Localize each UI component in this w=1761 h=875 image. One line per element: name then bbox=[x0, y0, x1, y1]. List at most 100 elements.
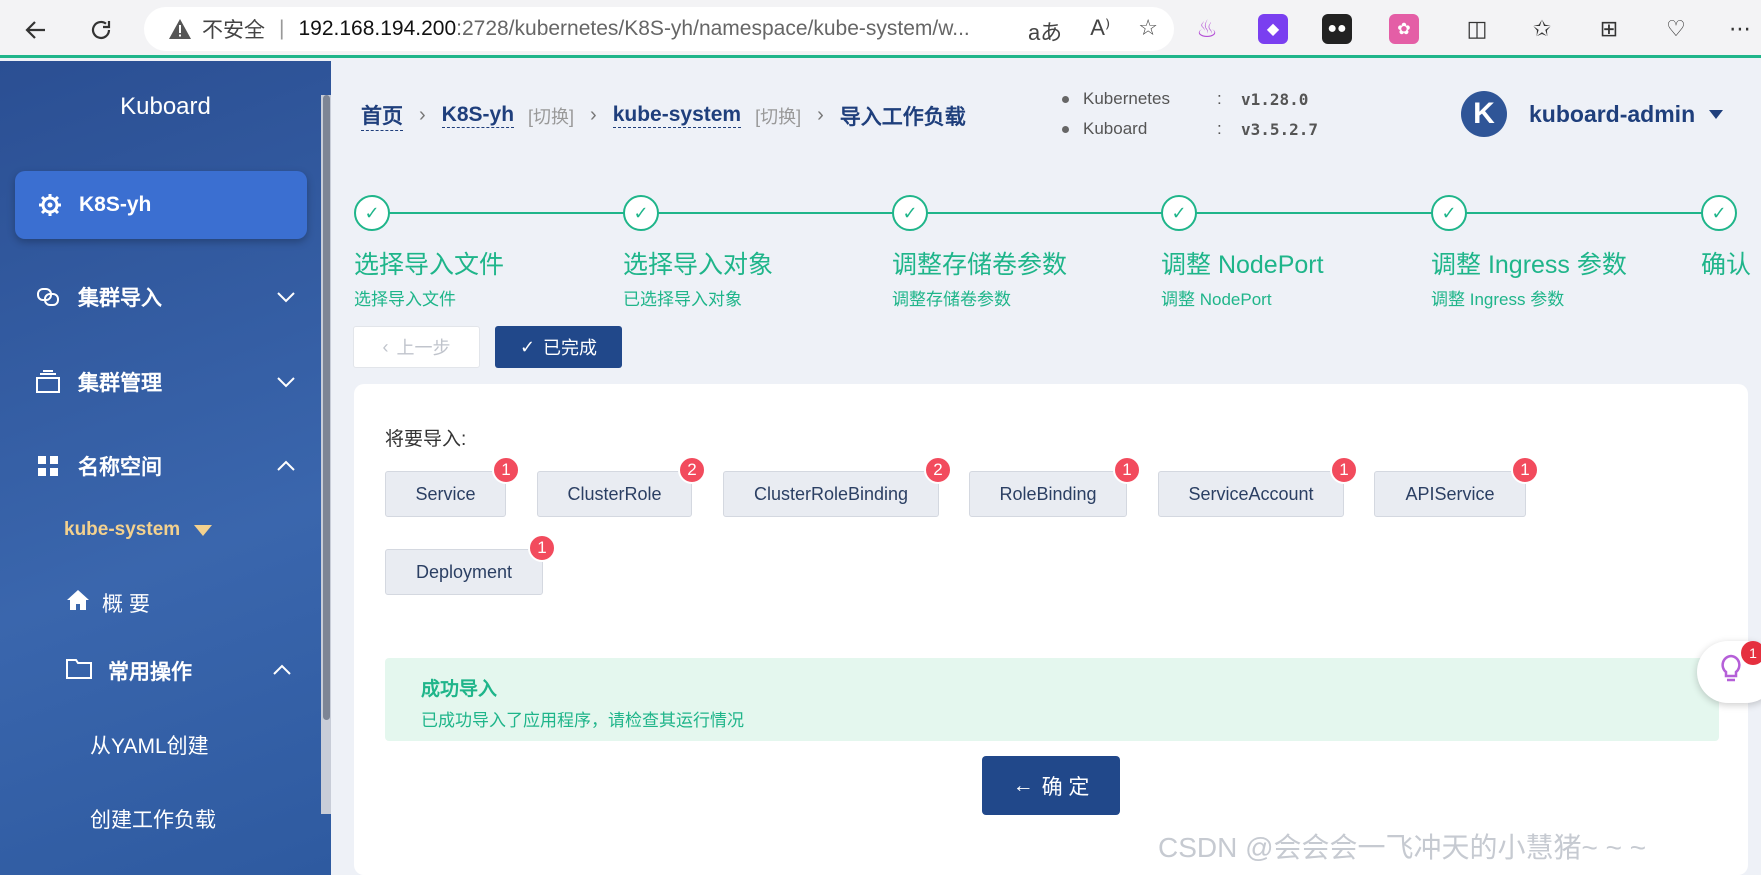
sidebar-item-overview[interactable]: 概 要 bbox=[66, 588, 150, 618]
version-colon: : bbox=[1217, 89, 1222, 108]
prev-step-label: 上一步 bbox=[396, 338, 451, 358]
gear-icon bbox=[37, 192, 63, 218]
sidebar-item-create-workload[interactable]: 创建工作负载 bbox=[90, 804, 216, 834]
stack-icon bbox=[35, 369, 61, 395]
step-title: 调整 Ingress 参数 bbox=[1431, 251, 1627, 279]
breadcrumb-namespace-switch[interactable]: [切换] bbox=[755, 103, 801, 129]
lightbulb-icon bbox=[1719, 654, 1743, 691]
user-name: kuboard-admin bbox=[1529, 100, 1696, 127]
step-desc: 调整 NodePort bbox=[1161, 290, 1272, 309]
step-check-icon: ✓ bbox=[623, 195, 659, 231]
chevron-right-icon: › bbox=[817, 104, 824, 126]
chevron-down-icon bbox=[276, 287, 296, 308]
breadcrumb-cluster[interactable]: K8S-yh bbox=[441, 103, 515, 128]
extension-chatgpt-icon[interactable]: ◆ bbox=[1258, 14, 1288, 44]
back-icon[interactable] bbox=[19, 13, 53, 47]
chevron-down-icon bbox=[276, 372, 296, 393]
resource-chip[interactable]: RoleBinding bbox=[969, 471, 1127, 517]
step-check-icon: ✓ bbox=[1431, 195, 1467, 231]
avatar: K bbox=[1461, 91, 1507, 137]
translate-icon[interactable]: aあ bbox=[1028, 15, 1062, 47]
resource-chip[interactable]: ClusterRoleBinding bbox=[723, 471, 939, 517]
resource-count-badge: 2 bbox=[924, 456, 952, 484]
confirm-label: 确 定 bbox=[1041, 775, 1090, 799]
resource-chip[interactable]: ClusterRole bbox=[537, 471, 692, 517]
extension-glasses-icon[interactable]: ●● bbox=[1322, 14, 1352, 44]
version-kubernetes: Kubernetes : v1.28.0 bbox=[1062, 89, 1308, 109]
sidebar-item-label: K8S-yh bbox=[79, 193, 152, 216]
success-title: 成功导入 bbox=[421, 679, 498, 700]
step-desc: 选择导入文件 bbox=[354, 290, 456, 309]
check-icon: ✓ bbox=[519, 336, 536, 357]
sidebar-item-create-from-yaml[interactable]: 从YAML创建 bbox=[90, 730, 209, 760]
sidebar-item-cluster-manage[interactable]: 集群管理 bbox=[0, 352, 320, 412]
sidebar-scrollbar-thumb[interactable] bbox=[323, 95, 330, 720]
more-icon[interactable]: ⋯ bbox=[1725, 14, 1755, 44]
done-button[interactable]: ✓ 已完成 bbox=[495, 326, 622, 368]
step-desc: 调整存储卷参数 bbox=[892, 290, 1011, 309]
step-title: 选择导入对象 bbox=[623, 251, 774, 279]
sidebar-item-label: 名称空间 bbox=[78, 456, 162, 479]
warning-icon[interactable] bbox=[168, 18, 192, 40]
version-kuboard: Kuboard : v3.5.2.7 bbox=[1062, 119, 1318, 139]
browser-toolbar: 不安全 | 192.168.194.200:2728/kubernetes/K8… bbox=[0, 0, 1761, 58]
watermark: CSDN @会会会一飞冲天的小慧猪~ ~ ~ bbox=[1158, 832, 1647, 863]
confirm-button[interactable]: ← 确 定 bbox=[982, 756, 1120, 815]
version-value: v3.5.2.7 bbox=[1241, 119, 1319, 139]
refresh-icon[interactable] bbox=[84, 13, 118, 47]
sidebar-item-common-ops[interactable]: 常用操作 bbox=[66, 656, 296, 686]
resource-name: RoleBinding bbox=[999, 483, 1097, 504]
favorite-icon[interactable]: ☆ bbox=[1138, 15, 1158, 47]
prev-step-button[interactable]: ‹ 上一步 bbox=[353, 326, 480, 368]
resource-count-badge: 1 bbox=[528, 534, 556, 562]
done-label: 已完成 bbox=[543, 338, 598, 358]
sidebar: Kuboard K8S-yh 集群导入 集群管理 名称空间 kube-syste… bbox=[0, 61, 331, 875]
version-name: Kuboard bbox=[1083, 119, 1148, 138]
resource-chip[interactable]: ServiceAccount bbox=[1158, 471, 1344, 517]
read-aloud-icon[interactable]: A⁾ bbox=[1090, 15, 1110, 47]
breadcrumb-home[interactable]: 首页 bbox=[361, 100, 403, 131]
favorites-icon[interactable]: ✩ bbox=[1527, 14, 1557, 44]
extension-bulb-icon[interactable]: ♨ bbox=[1192, 14, 1222, 44]
breadcrumb-current: 导入工作负载 bbox=[839, 105, 966, 129]
browser-essentials-icon[interactable]: ♡ bbox=[1661, 14, 1691, 44]
sidebar-item-label: 集群导入 bbox=[78, 287, 162, 310]
namespace-label: kube-system bbox=[64, 519, 181, 540]
url-text: 192.168.194.200:2728/kubernetes/K8S-yh/n… bbox=[298, 17, 970, 40]
resource-count-badge: 1 bbox=[492, 456, 520, 484]
collections-icon[interactable]: ⊞ bbox=[1594, 14, 1624, 44]
resource-count-badge: 1 bbox=[1330, 456, 1358, 484]
split-screen-icon[interactable]: ◫ bbox=[1462, 14, 1492, 44]
will-import-label: 将要导入: bbox=[385, 429, 467, 450]
resource-chip[interactable]: Service bbox=[385, 471, 506, 517]
floating-helper-button[interactable]: 1 bbox=[1697, 641, 1761, 703]
version-colon: : bbox=[1217, 119, 1222, 138]
step-check-icon: ✓ bbox=[354, 195, 390, 231]
breadcrumb: 首页 › K8S-yh [切换] › kube-system [切换] › 导入… bbox=[361, 100, 966, 131]
resource-name: Deployment bbox=[415, 561, 513, 582]
sidebar-item-cluster-import[interactable]: 集群导入 bbox=[0, 267, 320, 327]
user-menu[interactable]: K kuboard-admin bbox=[1461, 91, 1724, 137]
breadcrumb-cluster-switch[interactable]: [切换] bbox=[528, 103, 574, 129]
sidebar-item-cluster[interactable]: K8S-yh bbox=[15, 171, 307, 239]
resource-name: ClusterRole bbox=[567, 483, 662, 504]
success-desc: 已成功导入了应用程序，请检查其运行情况 bbox=[421, 711, 744, 730]
resource-name: ServiceAccount bbox=[1188, 483, 1314, 504]
sidebar-item-namespace[interactable]: 名称空间 bbox=[0, 436, 320, 496]
overview-label: 概 要 bbox=[102, 593, 150, 616]
home-icon bbox=[66, 589, 90, 617]
insecure-label: 不安全 bbox=[202, 19, 265, 42]
resource-chip[interactable]: Deployment bbox=[385, 549, 543, 595]
link-icon bbox=[35, 284, 61, 310]
grid-icon bbox=[35, 453, 61, 479]
resource-chip[interactable]: APIService bbox=[1374, 471, 1526, 517]
breadcrumb-namespace[interactable]: kube-system bbox=[612, 103, 742, 128]
step-check-icon: ✓ bbox=[1161, 195, 1197, 231]
resource-count-badge: 2 bbox=[678, 456, 706, 484]
namespace-selector[interactable]: kube-system bbox=[64, 519, 213, 541]
address-bar[interactable]: 不安全 | 192.168.194.200:2728/kubernetes/K8… bbox=[144, 7, 1174, 51]
step-title: 选择导入文件 bbox=[354, 251, 505, 279]
sidebar-item-label: 集群管理 bbox=[78, 372, 162, 395]
extension-brain-icon[interactable]: ✿ bbox=[1389, 14, 1419, 44]
caret-down-icon bbox=[194, 524, 213, 536]
